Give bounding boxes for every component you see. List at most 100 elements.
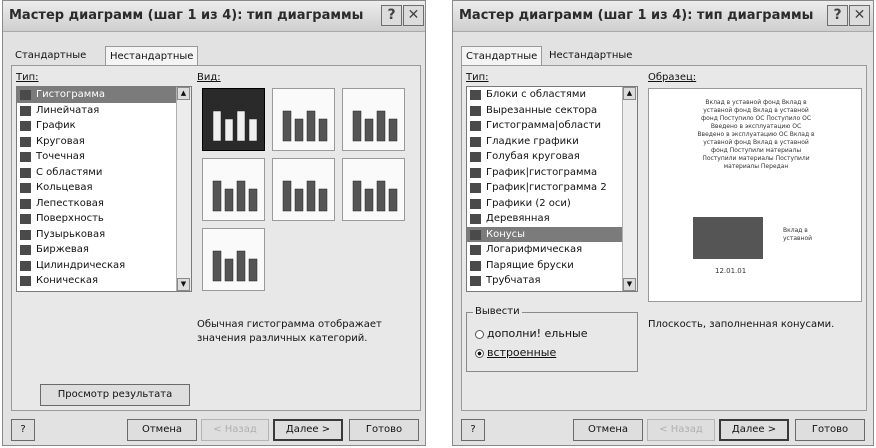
list-item[interactable]: Пузырьковая bbox=[17, 227, 191, 243]
list-item[interactable]: Вырезанные сектора bbox=[467, 103, 637, 119]
list-item-label: Поверхность bbox=[36, 213, 104, 224]
finish-button[interactable]: Готово bbox=[349, 419, 419, 441]
list-item-label: Логарифмическая bbox=[486, 244, 583, 255]
list-item[interactable]: Блоки с областями bbox=[467, 87, 637, 103]
chart-type-icon bbox=[470, 121, 481, 131]
column-chart-icon bbox=[282, 110, 328, 142]
list-item[interactable]: Деревянная bbox=[467, 211, 637, 227]
chart-type-icon bbox=[20, 229, 31, 240]
list-item-label: График|гистограмма bbox=[486, 166, 598, 178]
close-icon[interactable]: ✕ bbox=[849, 5, 870, 26]
list-item[interactable]: Трубчатая bbox=[467, 273, 637, 289]
radio-built-in[interactable] bbox=[475, 349, 484, 358]
list-item[interactable]: График bbox=[17, 118, 191, 134]
chart-subtype-option[interactable] bbox=[342, 158, 405, 221]
preview-result-button[interactable]: Просмотр результата bbox=[40, 384, 190, 406]
list-item[interactable]: Линейчатая bbox=[17, 103, 191, 119]
list-item-label: Линейчатая bbox=[36, 104, 100, 116]
list-item[interactable]: Круговая bbox=[17, 134, 191, 150]
chart-subtype-option[interactable] bbox=[272, 88, 335, 151]
list-item[interactable]: Гладкие графики bbox=[467, 134, 637, 150]
sample-text-line: Введено в эксплуатацию ОС Вклад в bbox=[697, 131, 815, 138]
sample-preview: Вклад в уставной фонд Вклад в уставной фо… bbox=[648, 88, 862, 302]
chart-subtype-option[interactable] bbox=[272, 158, 335, 221]
list-item[interactable]: Цилиндрическая bbox=[17, 258, 191, 274]
list-item[interactable]: Поверхность bbox=[17, 211, 191, 227]
chart-subtype-option[interactable] bbox=[202, 158, 265, 221]
radio-additional[interactable] bbox=[475, 330, 484, 339]
list-item-label: Гистограмма bbox=[36, 89, 105, 100]
list-item-label: Голубая круговая bbox=[486, 151, 580, 162]
scroll-down-arrow[interactable]: ▼ bbox=[623, 278, 636, 291]
sample-text-line: материалы Передан bbox=[723, 163, 789, 170]
next-button[interactable]: Далее > bbox=[719, 419, 789, 441]
chart-type-icon bbox=[20, 121, 31, 131]
radio-additional-label[interactable]: дополни! ельные bbox=[487, 327, 587, 340]
list-item-label: Графики (2 оси) bbox=[486, 197, 571, 209]
title-bar: Мастер диаграмм (шаг 1 из 4): тип диагра… bbox=[3, 1, 425, 32]
list-item[interactable]: Парящие бруски bbox=[467, 258, 637, 274]
list-item[interactable]: Биржевая bbox=[17, 242, 191, 258]
list-item-label: Коническая bbox=[36, 275, 98, 286]
list-scrollbar[interactable]: ▲ ▼ bbox=[176, 87, 191, 291]
cancel-button[interactable]: Отмена bbox=[127, 419, 197, 441]
scroll-up-arrow[interactable]: ▲ bbox=[177, 87, 190, 100]
list-scrollbar[interactable]: ▲ ▼ bbox=[622, 87, 637, 291]
subtype-description: Обычная гистограмма отображает значения … bbox=[197, 318, 412, 346]
list-item[interactable]: Коническая bbox=[17, 273, 191, 289]
help-icon[interactable]: ? bbox=[827, 5, 848, 26]
list-item[interactable]: Графики (2 оси) bbox=[467, 196, 637, 212]
chart-type-list[interactable]: Гистограмма Линейчатая График Круговая Точеч… bbox=[16, 86, 192, 292]
list-item[interactable]: Конусы bbox=[467, 226, 637, 242]
list-item-label: Гладкие графики bbox=[486, 135, 579, 147]
finish-button[interactable]: Готово bbox=[795, 419, 865, 441]
tab-standard[interactable]: Стандартные bbox=[11, 46, 90, 66]
sample-text-line: Вклад в уставной фонд Вклад в bbox=[705, 99, 807, 106]
list-item[interactable]: Голубая круговая bbox=[467, 149, 637, 165]
chart-type-icon bbox=[470, 105, 481, 116]
list-item-label: Пузырьковая bbox=[36, 228, 106, 240]
chart-wizard-dialog-custom: Мастер диаграмм (шаг 1 из 4): тип диагра… bbox=[452, 0, 874, 446]
list-item[interactable]: Лепестковая bbox=[17, 196, 191, 212]
list-item[interactable]: Гистограмма|области bbox=[467, 118, 637, 134]
help-button[interactable]: ? bbox=[461, 419, 485, 441]
column-chart-icon bbox=[212, 110, 258, 142]
list-item[interactable]: Гистограмма bbox=[17, 87, 191, 103]
list-item-label: Круговая bbox=[36, 135, 85, 147]
chart-type-icon bbox=[470, 214, 481, 224]
sample-plot-area bbox=[693, 217, 763, 259]
scroll-down-arrow[interactable]: ▼ bbox=[177, 278, 190, 291]
tab-panel: Тип: Вид: Гистограмма Линейчатая График Кру… bbox=[11, 65, 421, 411]
list-item-label: Парящие бруски bbox=[486, 259, 574, 271]
help-button[interactable]: ? bbox=[11, 419, 35, 441]
list-item[interactable]: График|гистограмма 2 bbox=[467, 180, 637, 196]
list-item[interactable]: Кольцевая bbox=[17, 180, 191, 196]
list-item[interactable]: Точечная bbox=[17, 149, 191, 165]
list-item[interactable]: С областями bbox=[17, 165, 191, 181]
chart-type-icon bbox=[470, 276, 481, 286]
next-button[interactable]: Далее > bbox=[273, 419, 343, 441]
list-item[interactable]: Логарифмическая bbox=[467, 242, 637, 258]
chart-subtype-option[interactable] bbox=[202, 228, 265, 291]
sample-text-line: уставной фонд Вклад в уставной bbox=[703, 107, 809, 114]
back-button[interactable]: < Назад bbox=[201, 419, 269, 441]
tab-custom[interactable]: Нестандартные bbox=[545, 46, 636, 66]
list-item[interactable]: График|гистограмма bbox=[467, 165, 637, 181]
chart-type-list[interactable]: Блоки с областями Вырезанные сектора Гисто… bbox=[466, 86, 638, 292]
chart-subtype-option[interactable] bbox=[202, 88, 265, 151]
back-button[interactable]: < Назад bbox=[647, 419, 715, 441]
help-icon[interactable]: ? bbox=[381, 5, 402, 26]
tab-standard[interactable]: Стандартные bbox=[461, 46, 543, 66]
list-item-label: Точечная bbox=[36, 151, 85, 162]
radio-built-in-label[interactable]: встроенные bbox=[487, 346, 556, 359]
type-label: Тип: bbox=[16, 72, 39, 83]
chart-type-icon bbox=[20, 260, 31, 271]
chart-subtype-option[interactable] bbox=[342, 88, 405, 151]
scroll-up-arrow[interactable]: ▲ bbox=[623, 87, 636, 100]
cancel-button[interactable]: Отмена bbox=[573, 419, 643, 441]
tab-custom[interactable]: Нестандартные bbox=[105, 46, 199, 66]
sample-text-line: уставной фонд Вклад в уставной bbox=[703, 139, 809, 146]
dialog-title: Мастер диаграмм (шаг 1 из 4): тип диагра… bbox=[9, 8, 364, 23]
close-icon[interactable]: ✕ bbox=[403, 5, 424, 26]
chart-type-icon bbox=[470, 245, 481, 255]
